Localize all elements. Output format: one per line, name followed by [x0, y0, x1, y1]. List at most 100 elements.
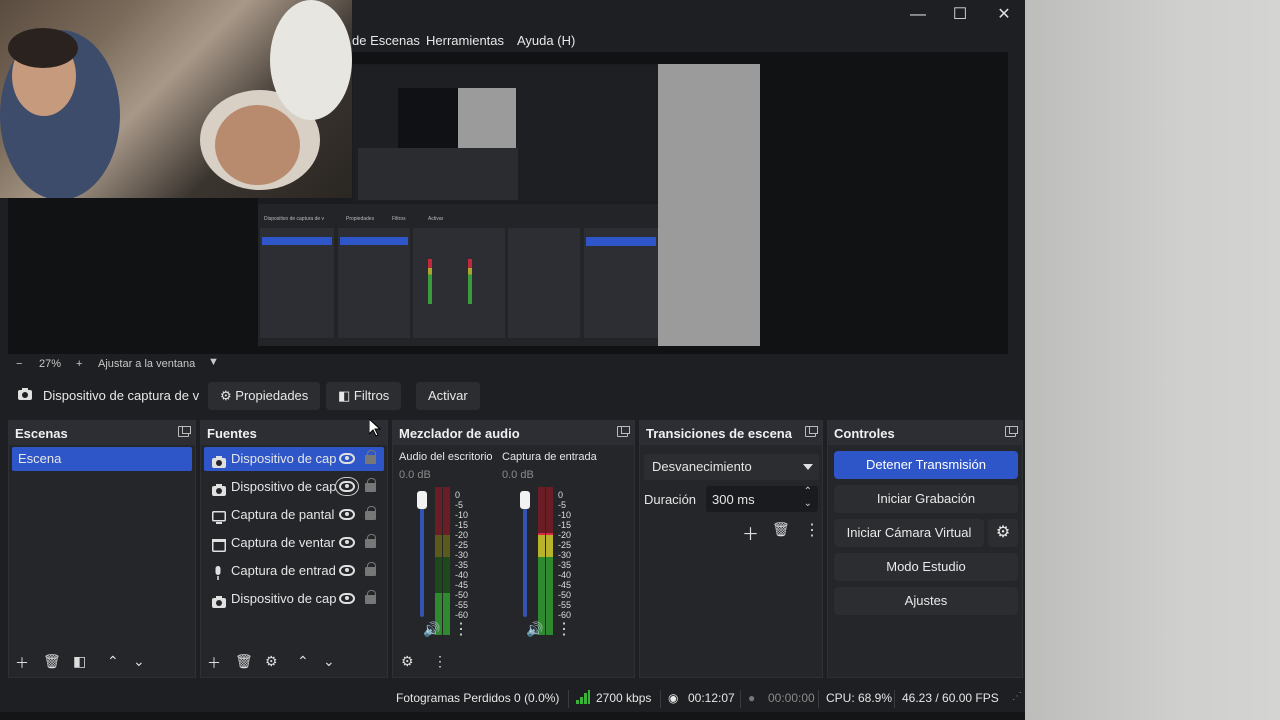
speaker-icon[interactable]: 🔊 [526, 621, 543, 638]
signal-bars-icon [576, 690, 590, 707]
volume-fader[interactable] [420, 495, 424, 617]
zoom-out-button[interactable]: − [16, 358, 22, 370]
resize-grip-icon[interactable]: ⋰ [1012, 691, 1022, 702]
filter-icon[interactable]: ◧ [73, 653, 86, 670]
start-recording-button[interactable]: Iniciar Grabación [834, 485, 1018, 513]
float-dock-icon[interactable] [178, 426, 191, 437]
controls-title: Controles [834, 426, 895, 441]
properties-button[interactable]: ⚙ Propiedades [208, 382, 321, 410]
transition-select[interactable]: Desvanecimiento [644, 454, 819, 480]
meter-scale-label: 0 [455, 490, 461, 500]
chevron-up-icon[interactable]: ⌃ [804, 486, 812, 497]
more-icon[interactable]: ⋮ [453, 619, 469, 639]
add-icon[interactable]: ＋ [742, 520, 759, 545]
trash-icon[interactable]: 🗑 [772, 521, 790, 538]
properties-label: Propiedades [235, 388, 309, 403]
mixer-header: Mezclador de audio [393, 421, 634, 445]
float-dock-icon[interactable] [1005, 426, 1018, 437]
add-icon[interactable]: ＋ [207, 653, 221, 673]
lock-icon[interactable] [365, 506, 376, 520]
source-label: Captura de pantal [231, 507, 335, 522]
volume-fader[interactable] [523, 495, 527, 617]
gear-icon[interactable]: ⚙ [988, 519, 1018, 547]
eye-icon[interactable] [335, 477, 359, 496]
gear-icon[interactable]: ⚙ [265, 653, 278, 670]
chevron-down-icon[interactable]: ▼ [208, 356, 219, 368]
source-item[interactable]: Captura de ventar [204, 531, 384, 555]
trash-icon[interactable]: 🗑 [235, 653, 253, 670]
chevron-up-icon[interactable]: ⌃ [107, 653, 119, 670]
chevron-up-icon[interactable]: ⌃ [297, 653, 309, 670]
transitions-header: Transiciones de escena [640, 421, 822, 445]
zoom-in-button[interactable]: + [76, 358, 82, 370]
context-bar: Dispositivo de captura de v ⚙ Propiedade… [8, 378, 1020, 414]
lock-icon[interactable] [365, 450, 376, 464]
menu-scenes[interactable]: de Escenas [352, 33, 420, 48]
fader-knob[interactable] [417, 491, 427, 509]
audio-meter [538, 487, 545, 635]
close-button[interactable]: ✕ [982, 4, 1025, 26]
stop-stream-button[interactable]: Detener Transmisión [834, 451, 1018, 479]
lock-icon[interactable] [365, 478, 376, 492]
maximize-button[interactable]: ☐ [938, 4, 982, 26]
float-dock-icon[interactable] [617, 426, 630, 437]
activate-button[interactable]: Activar [416, 382, 480, 410]
more-icon[interactable]: ⋮ [433, 653, 447, 670]
cpu-usage: CPU: 68.9% [826, 691, 893, 705]
source-item[interactable]: Captura de entrad [204, 559, 384, 583]
mixer-toolbar: ⚙ ⋮ [393, 651, 634, 673]
source-item[interactable]: Dispositivo de cap [204, 475, 384, 499]
gear-icon: ⚙ [220, 388, 232, 403]
menu-help[interactable]: Ayuda (H) [517, 33, 575, 48]
duration-value: 300 ms [712, 492, 755, 507]
eye-icon[interactable] [339, 453, 355, 464]
source-item[interactable]: Dispositivo de cap [204, 587, 384, 611]
meter-scale-label: -35 [455, 560, 469, 570]
filter-icon: ◧ [338, 388, 351, 403]
float-dock-icon[interactable] [805, 426, 818, 437]
source-item[interactable]: Dispositivo de cap [204, 447, 384, 471]
meter-scale-label: -20 [455, 530, 469, 540]
meter-scale-label: -10 [455, 510, 469, 520]
chevron-down-icon[interactable]: ⌄ [133, 653, 145, 670]
fader-knob[interactable] [520, 491, 530, 509]
more-icon[interactable]: ⋮ [556, 619, 572, 639]
advanced-audio-icon[interactable]: ⚙ [401, 653, 414, 670]
start-virtual-camera-button[interactable]: Iniciar Cámara Virtual [834, 519, 984, 547]
source-label: Captura de ventar [231, 535, 336, 550]
record-time: 00:00:00 [768, 691, 815, 705]
audio-mixer-dock: Mezclador de audio Audio del escritorio 0… [392, 420, 635, 678]
transitions-dock: Transiciones de escena Desvanecimiento D… [639, 420, 823, 678]
duration-field[interactable]: 300 ms ⌃ ⌄ [706, 486, 818, 512]
audio-meter [546, 487, 553, 635]
fit-window-option[interactable]: Ajustar a la ventana [98, 358, 195, 370]
eye-icon[interactable] [339, 537, 355, 548]
meter-scale-label: 0 [558, 490, 564, 500]
eye-icon[interactable] [339, 565, 355, 576]
more-icon[interactable]: ⋮ [804, 520, 820, 540]
add-icon[interactable]: ＋ [15, 653, 29, 673]
speaker-icon[interactable]: 🔊 [423, 621, 440, 638]
selected-source-name: Dispositivo de captura de v [43, 388, 200, 403]
settings-button[interactable]: Ajustes [834, 587, 1018, 615]
camera-icon [212, 452, 226, 468]
window-icon [212, 536, 226, 552]
meter-scale-label: -50 [558, 590, 572, 600]
scene-item[interactable]: Escena [12, 447, 192, 471]
duration-label: Duración [644, 492, 697, 507]
minimize-button[interactable]: — [896, 4, 940, 26]
studio-mode-button[interactable]: Modo Estudio [834, 553, 1018, 581]
filters-button[interactable]: ◧ Filtros [326, 382, 402, 410]
eye-icon[interactable] [339, 509, 355, 520]
menu-tools[interactable]: Herramientas [426, 33, 504, 48]
lock-icon[interactable] [365, 562, 376, 576]
eye-icon[interactable] [339, 593, 355, 604]
chevron-down-icon[interactable]: ⌄ [804, 498, 812, 509]
chevron-down-icon[interactable]: ⌄ [323, 653, 335, 670]
trash-icon[interactable]: 🗑 [43, 653, 61, 670]
lock-icon[interactable] [365, 534, 376, 548]
source-item[interactable]: Captura de pantal [204, 503, 384, 527]
meter-scale-label: -5 [558, 500, 567, 510]
meter-scale-label: -15 [455, 520, 469, 530]
lock-icon[interactable] [365, 590, 376, 604]
